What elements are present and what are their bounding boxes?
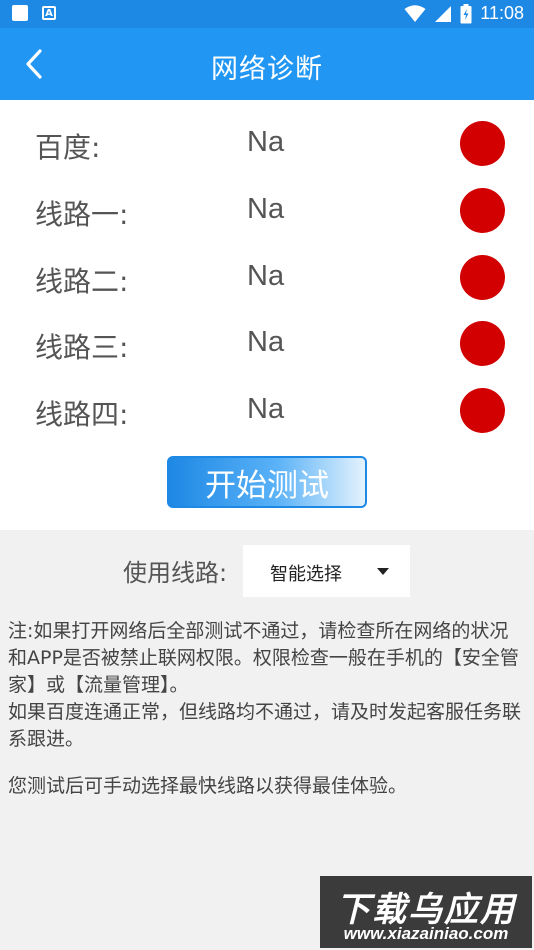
route-select[interactable]: 智能选择 xyxy=(243,545,410,597)
watermark-url: www.xiazainiao.com xyxy=(343,924,509,943)
start-test-button[interactable]: 开始测试 xyxy=(167,456,367,508)
route-select-value: 智能选择 xyxy=(270,564,342,585)
row-value: Na xyxy=(247,260,285,292)
row-label: 线路四: xyxy=(35,398,129,431)
status-left: A xyxy=(12,5,56,21)
status-dot-icon xyxy=(460,188,505,233)
a-letter-icon: A xyxy=(42,6,56,20)
diagnostic-row-baidu: 百度: Na xyxy=(0,114,534,174)
route-label: 使用线路: xyxy=(123,559,228,587)
row-label: 线路三: xyxy=(35,331,129,364)
row-value: Na xyxy=(247,126,285,158)
status-time: 11:08 xyxy=(480,3,524,23)
note-support: 如果百度连通正常，但线路均不通过，请及时发起客服任务联系跟进。 xyxy=(8,701,522,750)
row-label: 线路二: xyxy=(35,265,129,298)
dropdown-arrow-icon xyxy=(377,568,389,575)
notes: 注:如果打开网络后全部测试不通过，请检查所在网络的状况和APP是否被禁止联网权限… xyxy=(8,618,526,800)
note-tip: 您测试后可手动选择最快线路以获得最佳体验。 xyxy=(8,775,408,797)
diagnostic-row-line-2: 线路二: Na xyxy=(0,248,534,308)
status-dot-icon xyxy=(460,255,505,300)
row-value: Na xyxy=(247,393,285,425)
row-value: Na xyxy=(247,193,285,225)
app-bar: 网络诊断 xyxy=(0,28,534,100)
row-label: 线路一: xyxy=(35,198,129,231)
diagnostic-row-line-1: 线路一: Na xyxy=(0,181,534,241)
row-label: 百度: xyxy=(35,131,101,164)
status-dot-icon xyxy=(460,121,505,166)
status-bar: A 11:08 xyxy=(0,0,534,28)
note-permission: 注:如果打开网络后全部测试不通过，请检查所在网络的状况和APP是否被禁止联网权限… xyxy=(8,620,519,696)
battery-charging-icon xyxy=(460,3,472,23)
status-dot-icon xyxy=(460,321,505,366)
watermark-logo: 下载乌应用 www.xiazainiao.com xyxy=(320,876,532,948)
diagnostic-row-line-3: 线路三: Na xyxy=(0,314,534,374)
diagnostics-panel: 百度: Na 线路一: Na 线路二: Na 线路三: Na 线路四: Na 开… xyxy=(0,100,534,530)
diagnostic-row-line-4: 线路四: Na xyxy=(0,381,534,441)
status-right: 11:08 xyxy=(404,3,524,24)
status-dot-icon xyxy=(460,388,505,433)
row-value: Na xyxy=(247,326,285,358)
cell-signal-icon xyxy=(435,5,452,22)
page-title: 网络诊断 xyxy=(211,54,323,85)
notification-square-icon xyxy=(12,5,28,21)
wifi-icon xyxy=(404,4,426,22)
